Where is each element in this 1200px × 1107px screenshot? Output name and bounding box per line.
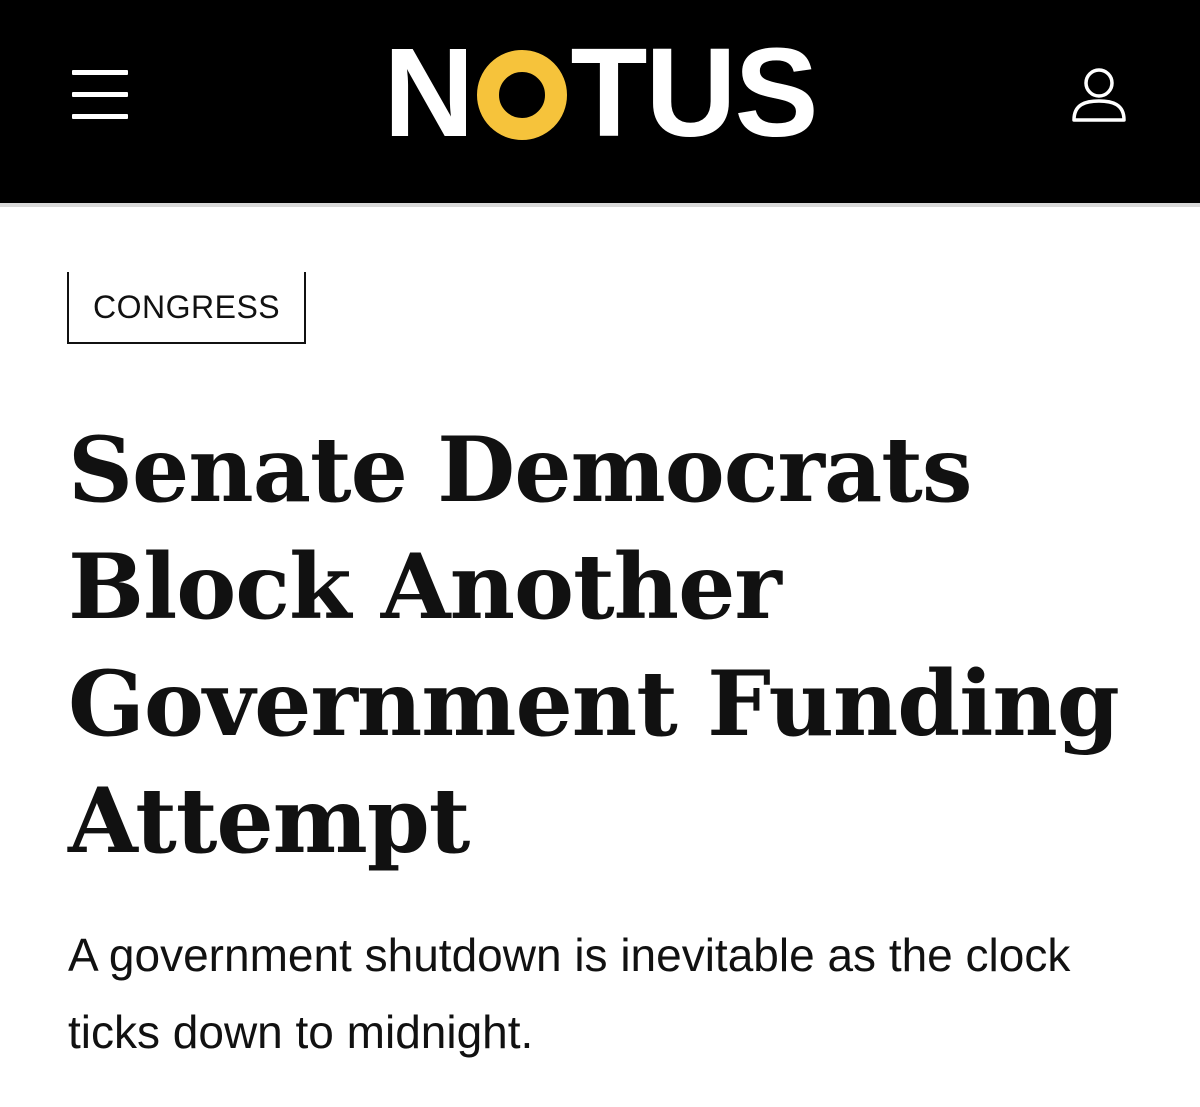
header-divider	[0, 203, 1200, 207]
site-header: N O TUS	[0, 0, 1200, 203]
user-account-icon	[1072, 68, 1126, 122]
article-headline: Senate Democrats Block Another Governmen…	[68, 417, 1120, 874]
logo-text-end: TUS	[570, 22, 819, 163]
category-label: CONGRESS	[93, 288, 281, 325]
account-button[interactable]	[1066, 64, 1132, 128]
hamburger-menu-icon-bar	[72, 92, 128, 97]
category-tag[interactable]: CONGRESS	[67, 272, 307, 344]
logo-accent-letter: O	[499, 72, 500, 73]
logo-accent-circle: O	[476, 50, 567, 140]
hamburger-menu-icon	[72, 70, 128, 75]
hamburger-menu-icon-bar	[72, 114, 128, 119]
logo-text-start: N	[383, 22, 475, 163]
article-dek: A government shutdown is inevitable as t…	[68, 929, 1071, 1058]
menu-button[interactable]	[66, 66, 132, 122]
site-logo[interactable]: N O TUS	[340, 30, 860, 156]
